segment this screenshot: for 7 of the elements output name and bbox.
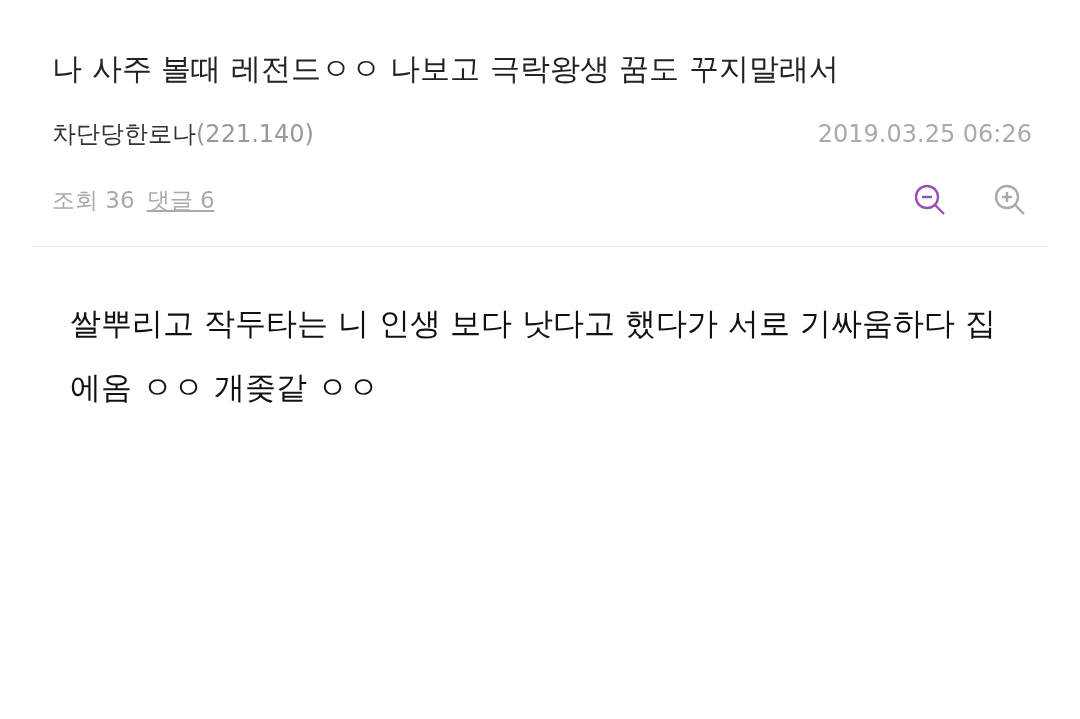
post-date: 2019.03.25 06:26 [817, 120, 1032, 148]
author-ip: (221.140) [196, 120, 314, 148]
author-name: 차단당한로나 [52, 120, 196, 148]
post-body: 쌀뿌리고 작두타는 니 인생 보다 낫다고 했다가 서로 기싸움하다 집에옴 ㅇㅇ 개좆같 ㅇㅇ [70, 304, 997, 407]
comments-link[interactable]: 댓글 6 [146, 184, 215, 216]
view-count: 조회 36 [52, 185, 135, 215]
post-title: 나 사주 볼때 레전드ㅇㅇ 나보고 극락왕생 꿈도 꾸지말래서 [52, 50, 840, 88]
